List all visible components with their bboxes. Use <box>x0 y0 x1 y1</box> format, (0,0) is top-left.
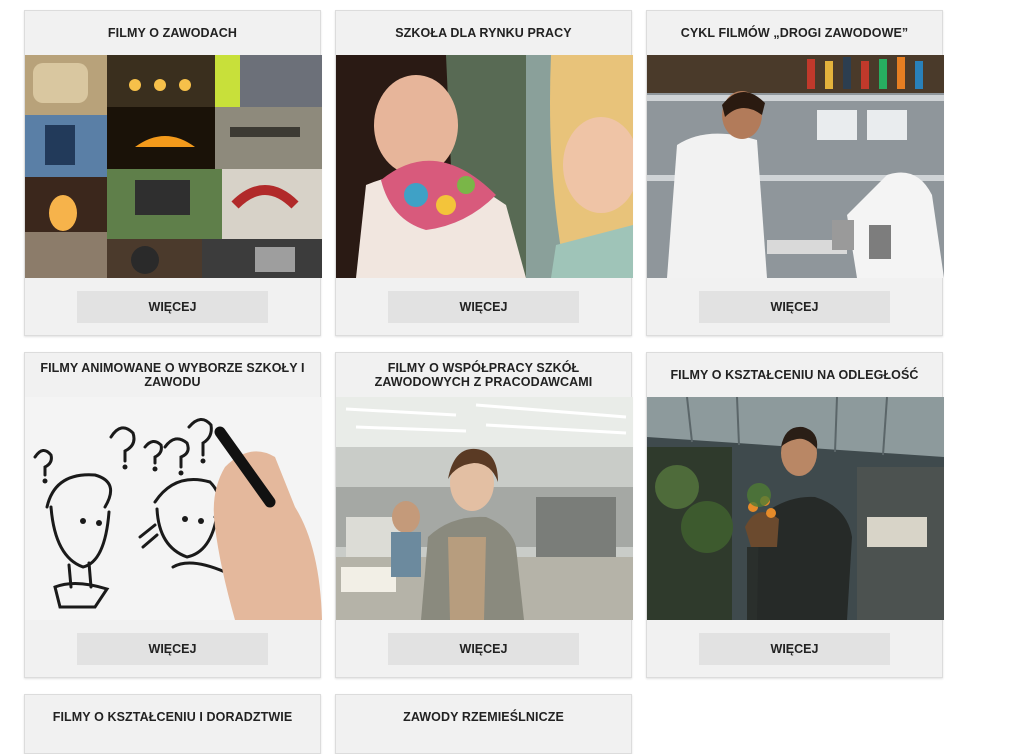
more-button[interactable]: WIĘCEJ <box>699 632 890 665</box>
card-filmy-o-zawodach: FILMY O ZAWODACH WIĘCEJ <box>24 10 322 336</box>
card-drogi-zawodowe: CYKL FILMÓW „DROGI ZAWODOWE” WIĘCEJ <box>646 10 944 336</box>
card-title: FILMY O KSZTAŁCENIU NA ODLEGŁOŚĆ <box>670 368 919 382</box>
card-footer: WIĘCEJ <box>336 620 631 677</box>
card-image-two-women[interactable] <box>336 55 633 278</box>
card-filmy-animowane: FILMY ANIMOWANE O WYBORZE SZKOŁY I ZAWOD… <box>24 352 322 678</box>
card-title: FILMY ANIMOWANE O WYBORZE SZKOŁY I ZAWOD… <box>40 361 305 389</box>
more-button[interactable]: WIĘCEJ <box>388 632 579 665</box>
card-ksztalcenie-i-doradztwo: FILMY O KSZTAŁCENIU I DORADZTWIE <box>24 694 321 754</box>
more-button[interactable]: WIĘCEJ <box>699 290 890 323</box>
card-image-collage[interactable] <box>25 55 322 278</box>
more-button[interactable]: WIĘCEJ <box>388 290 579 323</box>
card-image-factory-hall[interactable] <box>336 397 633 620</box>
card-image-greenhouse[interactable] <box>647 397 944 620</box>
card-footer: WIĘCEJ <box>25 620 320 677</box>
more-button[interactable]: WIĘCEJ <box>77 632 268 665</box>
more-button[interactable]: WIĘCEJ <box>77 290 268 323</box>
card-title: FILMY O WSPÓŁPRACY SZKÓŁ ZAWODOWYCH Z PR… <box>374 361 593 389</box>
card-footer: WIĘCEJ <box>647 620 942 677</box>
card-title: FILMY O KSZTAŁCENIU I DORADZTWIE <box>52 710 293 724</box>
card-footer: WIĘCEJ <box>336 278 631 335</box>
card-image-animation-drawing[interactable] <box>25 397 322 620</box>
card-title: ZAWODY RZEMIEŚLNICZE <box>403 710 564 724</box>
card-footer: WIĘCEJ <box>25 278 320 335</box>
card-footer: WIĘCEJ <box>647 278 942 335</box>
card-zawody-rzemieslnicze: ZAWODY RZEMIEŚLNICZE <box>335 694 632 754</box>
card-title: SZKOŁA DLA RYNKU PRACY <box>395 26 572 40</box>
card-wspolpraca-szkol: FILMY O WSPÓŁPRACY SZKÓŁ ZAWODOWYCH Z PR… <box>335 352 633 678</box>
card-szkola-dla-rynku-pracy: SZKOŁA DLA RYNKU PRACY WIĘCEJ <box>335 10 633 336</box>
card-title: FILMY O ZAWODACH <box>107 26 238 40</box>
card-image-kitchen[interactable] <box>647 55 944 278</box>
card-title: CYKL FILMÓW „DROGI ZAWODOWE” <box>680 26 909 40</box>
card-ksztalcenie-na-odleglosc: FILMY O KSZTAŁCENIU NA ODLEGŁOŚĆ WIĘCEJ <box>646 352 944 678</box>
